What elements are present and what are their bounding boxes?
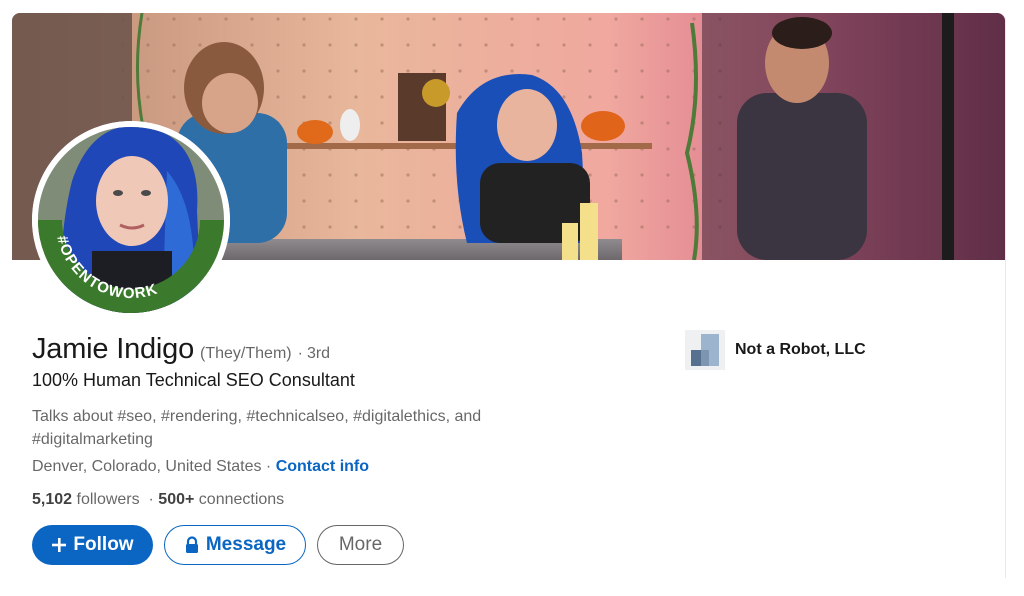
message-label: Message — [205, 534, 287, 555]
contact-info-link[interactable]: Contact info — [276, 458, 369, 475]
talks-about: Talks about #seo, #rendering, #technical… — [32, 408, 482, 448]
connection-degree: 3rd — [306, 345, 331, 362]
location-separator: · — [261, 458, 276, 475]
connections-label: connections — [194, 491, 285, 508]
company-building-icon — [685, 330, 725, 370]
more-label: More — [338, 534, 383, 555]
follow-button[interactable]: Follow — [32, 525, 153, 565]
follow-label: Follow — [73, 534, 134, 555]
profile-card: #OPENTOWORK Jamie Indigo (They/Them) · 3… — [12, 13, 1006, 578]
current-company[interactable]: Not a Robot, LLC — [685, 330, 866, 370]
followers-count: 5,102 — [32, 491, 73, 508]
followers-label: followers — [72, 491, 140, 508]
company-name: Not a Robot, LLC — [735, 341, 866, 358]
message-button[interactable]: Message — [164, 525, 306, 565]
profile-actions: Follow Message More — [32, 525, 404, 565]
connections-count: 500+ — [158, 491, 195, 508]
profile-page: #OPENTOWORK Jamie Indigo (They/Them) · 3… — [0, 0, 1024, 596]
followers-link[interactable]: 5,102 followers — [32, 491, 140, 508]
location-row: Denver, Colorado, United States · Contac… — [32, 458, 369, 476]
location: Denver, Colorado, United States — [32, 458, 262, 475]
profile-photo[interactable]: #OPENTOWORK — [32, 121, 230, 319]
connections-link[interactable]: 500+ connections — [158, 491, 284, 508]
name-row: Jamie Indigo (They/Them) · 3rd — [32, 333, 330, 366]
lock-icon — [184, 536, 200, 554]
more-button[interactable]: More — [317, 525, 404, 565]
pronouns: (They/Them) — [200, 345, 292, 362]
degree-separator: · — [297, 345, 303, 362]
profile-headline: 100% Human Technical SEO Consultant — [32, 370, 355, 390]
plus-icon — [51, 537, 67, 553]
stats-separator: · — [139, 491, 159, 508]
stats-row: 5,102 followers · 500+ connections — [32, 491, 284, 509]
profile-name: Jamie Indigo — [32, 333, 195, 365]
